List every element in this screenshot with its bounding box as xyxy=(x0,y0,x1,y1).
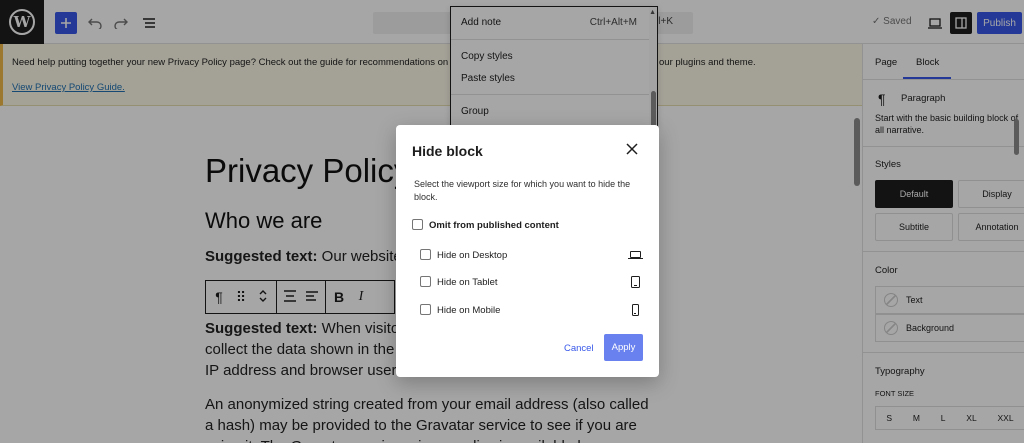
cancel-button[interactable]: Cancel xyxy=(564,343,594,354)
omit-checkbox[interactable] xyxy=(412,219,423,230)
mobile-icon xyxy=(628,303,642,317)
omit-label: Omit from published content xyxy=(429,220,559,231)
close-icon xyxy=(626,143,638,155)
desktop-icon xyxy=(627,247,643,261)
modal-description: Select the viewport size for which you w… xyxy=(414,179,631,202)
hide-block-modal: Hide block Select the viewport size for … xyxy=(396,125,659,377)
hide-tablet-label: Hide on Tablet xyxy=(437,277,498,288)
hide-desktop-checkbox[interactable] xyxy=(420,249,431,260)
hide-desktop-label: Hide on Desktop xyxy=(437,250,508,261)
tablet-icon xyxy=(628,275,642,289)
hide-mobile-label: Hide on Mobile xyxy=(437,305,501,316)
apply-button[interactable]: Apply xyxy=(604,334,643,361)
modal-title: Hide block xyxy=(412,143,483,159)
hide-tablet-checkbox[interactable] xyxy=(420,276,431,287)
hide-mobile-checkbox[interactable] xyxy=(420,304,431,315)
close-button[interactable] xyxy=(622,139,642,159)
